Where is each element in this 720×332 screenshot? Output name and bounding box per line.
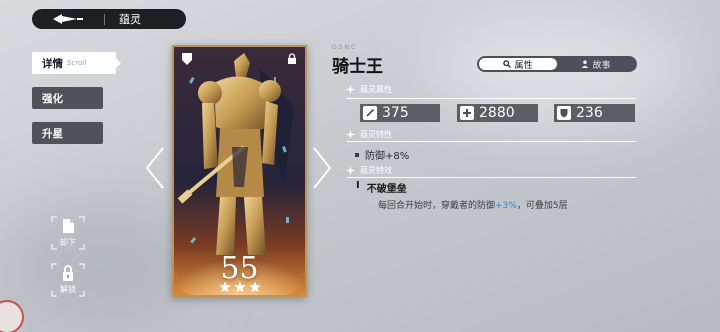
effect-title: I 不破堡垒 [356, 180, 407, 195]
section-effect-title: 蕴灵特效 [360, 166, 392, 175]
background-shadow [0, 200, 200, 330]
section-effect-header: 蕴灵特效 [346, 165, 392, 176]
nav-details-label: 详情 [42, 57, 63, 70]
card-lock-icon [288, 53, 296, 64]
title-divider [104, 13, 105, 25]
star-rating [174, 281, 305, 293]
effect-description: 每回合开始时，穿戴者的防御+3%，可叠加5层 [378, 198, 568, 211]
next-arrow-icon[interactable] [310, 146, 334, 190]
back-arrow-icon [53, 14, 83, 24]
section-divider [346, 177, 636, 178]
effect-desc-suffix: ，可叠加5层 [516, 201, 568, 211]
top-bar: 蕴灵 [32, 9, 186, 29]
tab-story-label: 故事 [592, 60, 611, 71]
effect-desc-highlight: +3% [495, 201, 517, 211]
section-traits-title: 蕴灵特性 [360, 130, 392, 139]
tab-attributes[interactable]: 属性 [479, 58, 557, 71]
attack-stat: 375 [360, 104, 440, 122]
lock-icon [63, 265, 73, 281]
defense-value: 236 [576, 105, 603, 121]
sparkle-icon [346, 166, 355, 175]
page-title: 蕴灵 [119, 13, 141, 26]
tab-attributes-label: 属性 [514, 60, 533, 71]
effect-name: 不破堡垒 [366, 184, 407, 195]
unequip-label: 卸下 [60, 238, 76, 247]
document-icon [63, 219, 74, 233]
star-icon [233, 281, 246, 293]
spirit-card[interactable]: 55 [172, 45, 307, 297]
spirit-name: 骑士王 [332, 57, 383, 77]
nav-details-button[interactable]: 详情 Scroll [32, 52, 121, 74]
bullet-icon [355, 152, 359, 157]
trait-text: 防御+8% [365, 151, 410, 162]
shield-icon [557, 106, 571, 120]
shield-badge-icon [182, 53, 192, 65]
back-button[interactable] [32, 9, 104, 29]
section-traits-header: 蕴灵特性 [346, 129, 392, 140]
nav-star-up-button[interactable]: 升星 [32, 122, 103, 144]
nav-star-up-label: 升星 [42, 127, 63, 140]
health-stat: 2880 [457, 104, 538, 122]
sparkle-icon [346, 85, 355, 94]
effect-desc-prefix: 每回合开始时，穿戴者的防御 [378, 201, 496, 211]
unlock-button[interactable]: 解锁 [51, 263, 85, 297]
health-cross-icon [460, 106, 474, 120]
star-icon [218, 281, 231, 293]
defense-stat: 236 [554, 104, 635, 122]
info-tabs: 属性 故事 [477, 56, 637, 72]
active-indicator-icon [116, 58, 121, 68]
nav-details-sublabel: Scroll [67, 59, 87, 67]
trait-item: 防御+8% [355, 147, 409, 162]
spirit-subtitle: OSNC [332, 44, 358, 51]
section-divider [346, 98, 636, 99]
unequip-button[interactable]: 卸下 [51, 216, 85, 250]
previous-arrow-icon[interactable] [143, 146, 167, 190]
unlock-label: 解锁 [60, 285, 76, 294]
section-attributes-header: 蕴灵属性 [346, 84, 392, 95]
nav-enhance-label: 强化 [42, 92, 63, 105]
effect-level: I [356, 180, 360, 191]
tab-story[interactable]: 故事 [557, 58, 635, 71]
attack-value: 375 [382, 105, 409, 121]
star-icon [248, 281, 261, 293]
health-value: 2880 [479, 105, 515, 121]
person-icon [582, 60, 589, 68]
search-icon [503, 60, 512, 68]
sword-icon [363, 106, 377, 120]
section-divider [346, 141, 636, 142]
sparkle-icon [346, 130, 355, 139]
section-attributes-title: 蕴灵属性 [360, 85, 392, 94]
nav-enhance-button[interactable]: 强化 [32, 87, 103, 109]
